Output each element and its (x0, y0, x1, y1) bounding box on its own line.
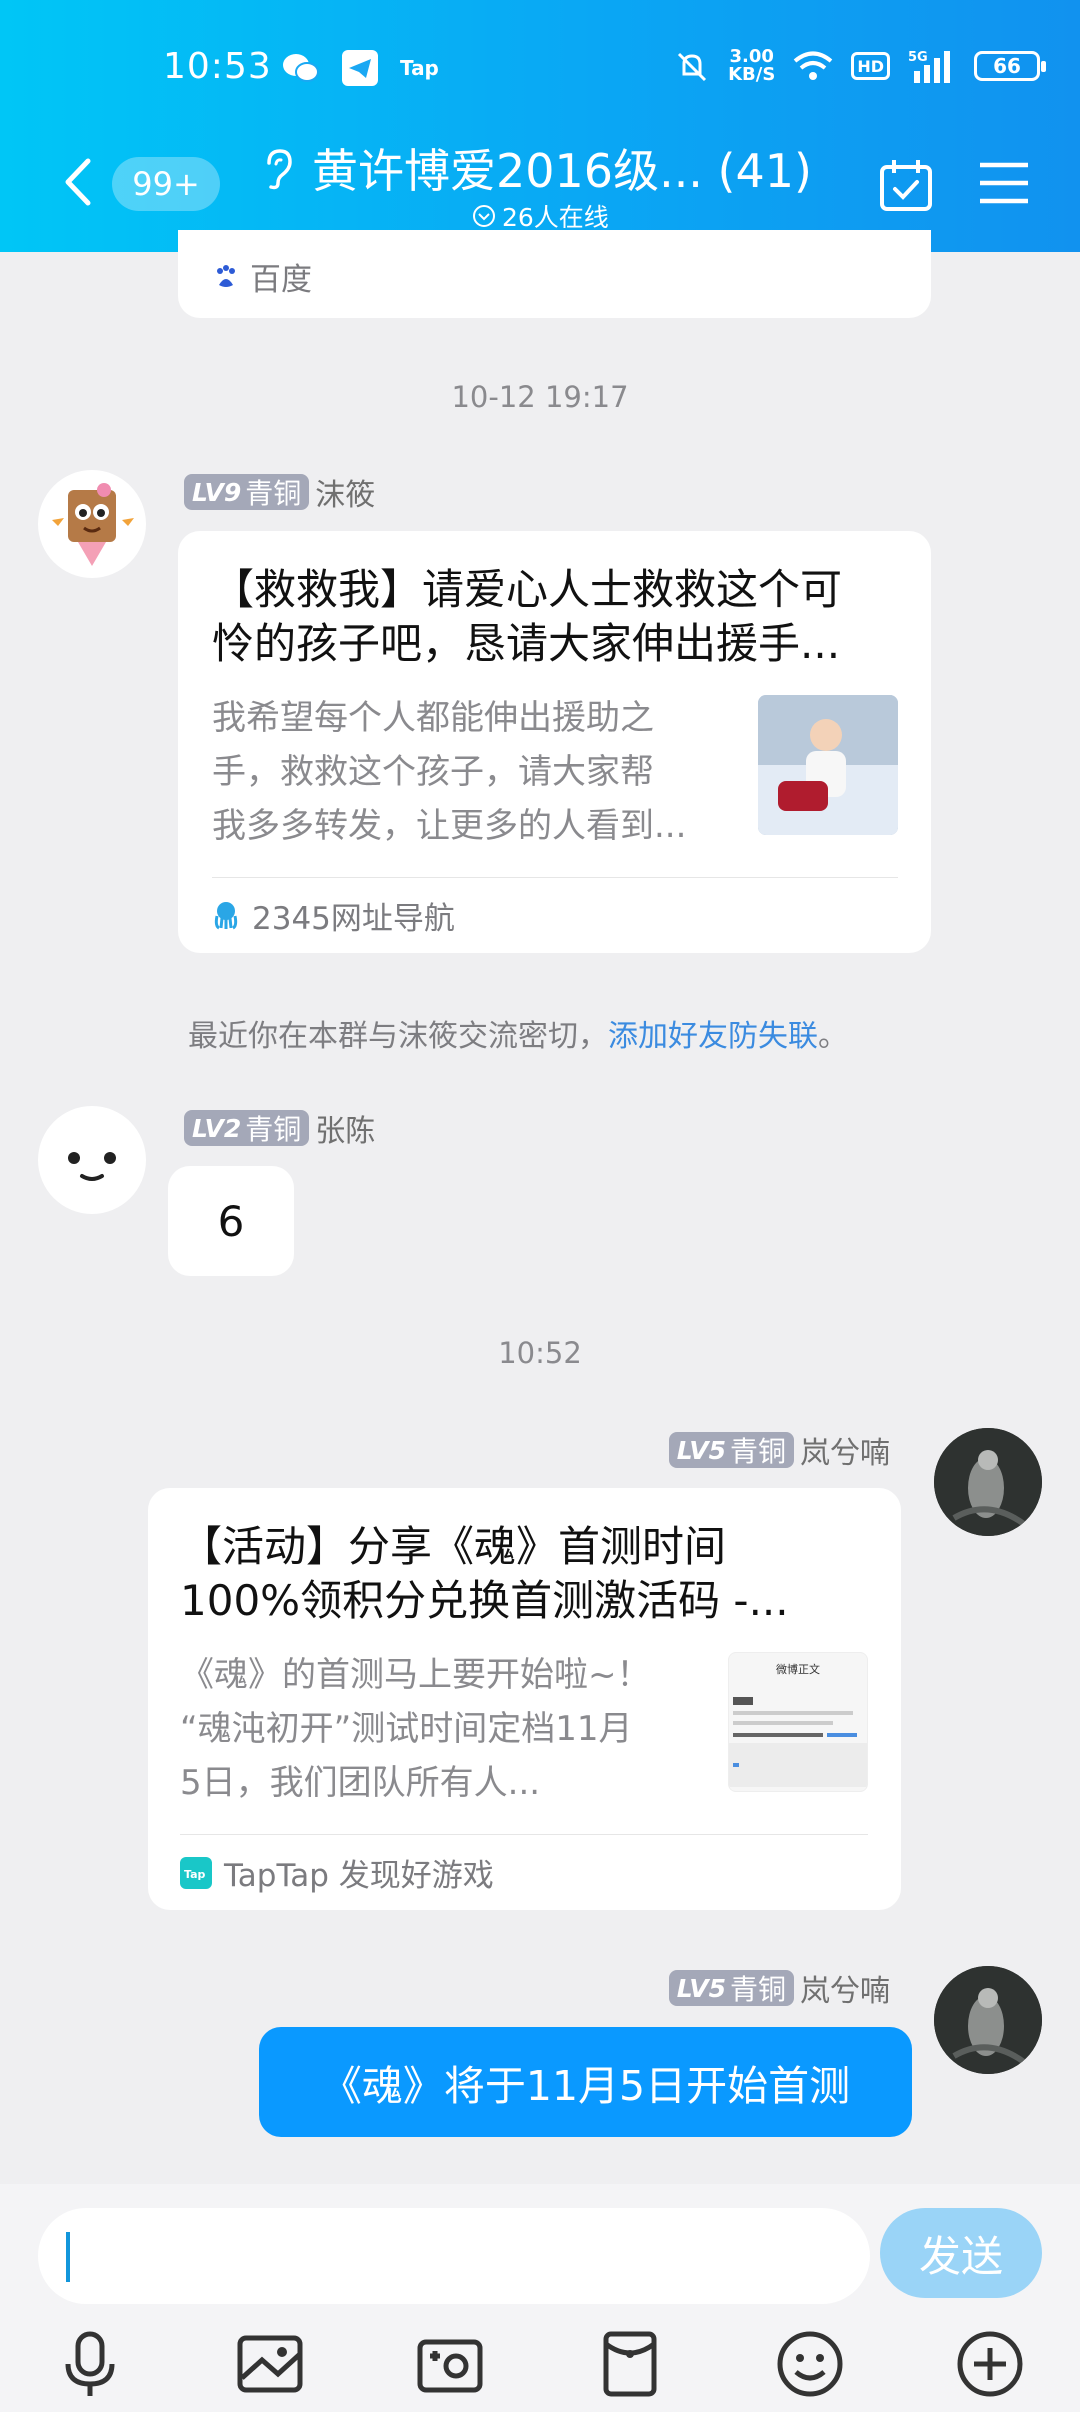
wifi-icon (794, 51, 833, 80)
unread-count-badge[interactable]: 99+ (112, 157, 220, 211)
status-indicators: 3.00 KB/S HD 5G 66 (674, 46, 1046, 85)
hd-indicator: HD (851, 52, 890, 80)
timestamp: 10-12 19:17 (451, 380, 629, 414)
message-input[interactable] (38, 2208, 870, 2304)
telegram-icon (342, 50, 378, 86)
avatar[interactable] (38, 470, 146, 578)
back-arrow-icon[interactable] (58, 157, 98, 207)
add-friend-notice: 最近你在本群与沫筱交流密切，添加好友防失联。 (188, 1019, 848, 1054)
calendar-check-icon[interactable] (878, 157, 934, 213)
child-photo-icon (758, 695, 898, 835)
status-time: 10:53 (163, 46, 272, 87)
red-packet-icon[interactable] (594, 2328, 666, 2400)
card-source: 2345网址导航 (212, 893, 455, 938)
card-divider (212, 877, 898, 878)
sender-name[interactable]: 张陈 (315, 1106, 375, 1150)
sender-info: LV2 青铜 张陈 (184, 1106, 375, 1150)
dark-photo-avatar-icon (934, 1966, 1042, 2074)
level-badge: LV9 青铜 (184, 474, 310, 510)
group-title[interactable]: 黄许博爱2016级... (41) (312, 135, 812, 201)
input-bar: 发送 (0, 2184, 1080, 2412)
card-description: 我希望每个人都能伸出援助之 手，救救这个孩子，请大家帮 我多多转发，让更多的人看到.… (212, 698, 687, 846)
cartoon-avatar-icon (52, 483, 134, 566)
nav-bar: 99+ 黄许博爱2016级... (41) 26人在线 (0, 135, 1080, 235)
sender-info: LV9 青铜 沫筱 (184, 470, 375, 514)
wechat-icon (283, 54, 319, 82)
card-title: 【活动】分享《魂》首测时间 100%领积分兑换首测激活码 -... (180, 1522, 789, 1625)
avatar[interactable] (934, 1428, 1042, 1536)
svg-text:Tap: Tap (184, 1868, 206, 1881)
menu-icon[interactable] (978, 161, 1030, 205)
text-caret (66, 2232, 70, 2282)
mute-bell-icon (678, 52, 707, 82)
send-button[interactable]: 发送 (880, 2208, 1042, 2298)
battery-indicator: 66 (974, 51, 1046, 81)
status-bar: 10:53 Tap 3.00 KB/S HD 5G 66 (0, 46, 1080, 94)
card-thumbnail: 微博正文 (728, 1652, 868, 1792)
timestamp: 10:52 (498, 1336, 582, 1370)
taptap-status-icon: Tap (400, 56, 439, 80)
sender-name[interactable]: 沫筱 (315, 470, 375, 514)
sender-name[interactable]: 岚兮喃 (800, 1966, 890, 2010)
prev-share-card[interactable]: 百度 (178, 230, 931, 318)
card-source: 百度 (214, 254, 312, 299)
plus-icon[interactable] (954, 2328, 1026, 2400)
share-card[interactable]: 【救救我】请爱心人士救救这个可 怜的孩子吧，恳请大家伸出援手... 我希望每个人都… (178, 531, 931, 953)
taptap-icon: Tap (180, 1856, 212, 1889)
dark-photo-avatar-icon (934, 1428, 1042, 1536)
image-icon[interactable] (234, 2328, 306, 2400)
level-badge: LV2 青铜 (184, 1110, 310, 1146)
card-thumbnail (758, 695, 898, 835)
camera-icon[interactable] (414, 2328, 486, 2400)
avatar[interactable] (38, 1106, 146, 1214)
emoji-icon[interactable] (774, 2328, 846, 2400)
signal-icon: 5G (908, 50, 950, 83)
share-card[interactable]: 【活动】分享《魂》首测时间 100%领积分兑换首测激活码 -... 《魂》的首测马… (148, 1488, 901, 1910)
avatar[interactable] (934, 1966, 1042, 2074)
svg-text:5G: 5G (908, 50, 928, 65)
sender-info: LV5 青铜 岚兮喃 (668, 1966, 890, 2010)
net-speed: 3.00 KB/S (728, 46, 776, 85)
online-count[interactable]: 26人在线 (472, 198, 609, 234)
2345-octopus-icon (214, 901, 238, 929)
sender-info: LV5 青铜 岚兮喃 (668, 1428, 890, 1472)
card-description: 《魂》的首测马上要开始啦~！ “魂沌初开”测试时间定档11月 5日，我们团队所有人.… (180, 1655, 651, 1803)
add-friend-link[interactable]: 添加好友防失联 (608, 1019, 818, 1054)
level-badge: LV5 青铜 (668, 1432, 794, 1468)
thumbnail-title: 微博正文 (776, 1663, 820, 1676)
text-bubble[interactable]: 6 (168, 1166, 294, 1276)
smiley-avatar-icon (68, 1152, 116, 1181)
status-notifications: Tap (282, 50, 439, 86)
card-title: 【救救我】请爱心人士救救这个可 怜的孩子吧，恳请大家伸出援手... (212, 565, 843, 668)
baidu-icon (217, 264, 235, 287)
mic-icon[interactable] (54, 2328, 126, 2400)
card-divider (180, 1834, 868, 1835)
card-source: Tap TapTap 发现好游戏 (180, 1850, 494, 1895)
level-badge: LV5 青铜 (668, 1970, 794, 2006)
ear-icon[interactable] (260, 147, 294, 191)
chevron-down-circle-icon (473, 205, 495, 227)
chat-header: 10:53 Tap 3.00 KB/S HD 5G 66 99+ 黄许博爱2016… (0, 0, 1080, 252)
thumbnail-content (729, 1697, 867, 1787)
input-toolbar (0, 2328, 1080, 2408)
sender-name[interactable]: 岚兮喃 (800, 1428, 890, 1472)
self-text-bubble[interactable]: 《魂》将于11月5日开始首测 (259, 2027, 912, 2137)
